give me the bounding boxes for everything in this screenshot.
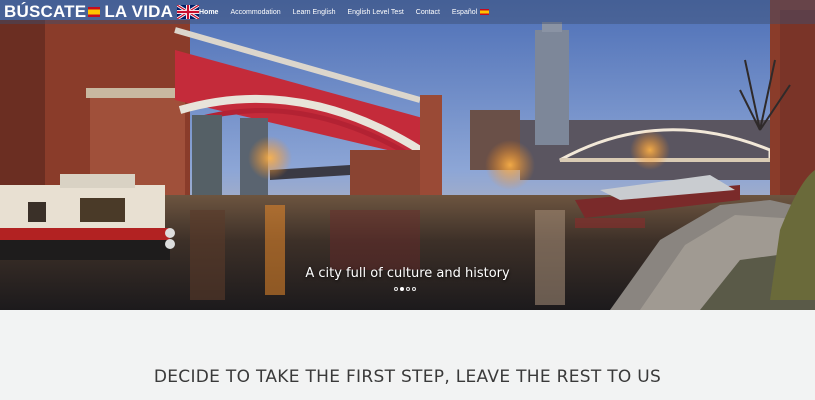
nav-espanol-label: Español <box>451 8 478 16</box>
carousel-dot-2[interactable] <box>400 287 404 291</box>
nav-english-level-test[interactable]: English Level Test <box>341 0 409 24</box>
spain-flag-icon <box>480 9 490 15</box>
nav-contact[interactable]: Contact <box>410 0 446 24</box>
carousel-dot-3[interactable] <box>406 287 410 291</box>
hero-image <box>0 0 815 310</box>
nav-learn-english[interactable]: Learn English <box>287 0 342 24</box>
carousel-caption: A city full of culture and history <box>305 266 510 281</box>
main-nav: Home Accommodation Learn English English… <box>193 0 495 24</box>
spain-flag-icon <box>88 7 101 17</box>
brand-logo[interactable]: BÚSCATE LA VIDA <box>4 1 200 23</box>
section-heading: DECIDE TO TAKE THE FIRST STEP, LEAVE THE… <box>153 367 662 387</box>
top-navbar: BÚSCATE LA VIDA Home Accommodation Learn… <box>0 0 815 24</box>
nav-espanol[interactable]: Español <box>446 0 495 24</box>
nav-accommodation[interactable]: Accommodation <box>224 0 286 24</box>
hero-carousel: BÚSCATE LA VIDA Home Accommodation Learn… <box>0 0 815 310</box>
carousel-indicators <box>394 287 416 291</box>
carousel-dot-4[interactable] <box>412 287 416 291</box>
brand-part2: LA VIDA <box>104 2 174 21</box>
nav-home[interactable]: Home <box>193 0 224 24</box>
brand-part1: BÚSCATE <box>4 2 87 21</box>
carousel-dot-1[interactable] <box>394 287 398 291</box>
